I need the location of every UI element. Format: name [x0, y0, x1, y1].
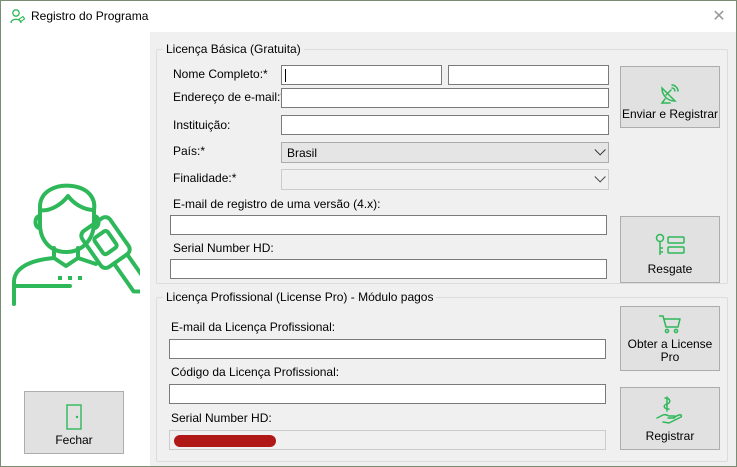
key-list-icon: [655, 233, 685, 255]
pro-serial-field: [169, 430, 606, 450]
legacy-email-field[interactable]: [170, 215, 607, 235]
serial-label: Serial Number HD:: [173, 241, 274, 255]
pro-email-label: E-mail da Licença Profissional:: [171, 320, 336, 334]
user-key-icon: [12, 183, 140, 306]
get-pro-label: Obter a License Pro: [627, 337, 713, 364]
serial-field[interactable]: [170, 259, 607, 279]
legacy-email-label: E-mail de registro de uma versão (4.x):: [173, 197, 381, 211]
send-register-button[interactable]: Enviar e Registrar: [620, 66, 720, 128]
get-pro-button[interactable]: Obter a License Pro: [620, 306, 720, 371]
title-bar: Registro do Programa ✕: [1, 1, 736, 32]
send-register-label: Enviar e Registrar: [621, 107, 719, 121]
redeem-label: Resgate: [647, 262, 693, 276]
country-label: País:*: [173, 144, 206, 158]
left-pane: Fechar: [1, 32, 150, 466]
hand-money-icon: [656, 396, 683, 424]
register-button[interactable]: Registrar: [620, 387, 720, 450]
window-title: Registro do Programa: [31, 9, 149, 23]
country-select[interactable]: Brasil: [281, 142, 609, 163]
register-label: Registrar: [645, 429, 695, 443]
full-name-label: Nome Completo:*: [173, 67, 268, 81]
app-user-icon: [10, 9, 25, 24]
first-name-field[interactable]: [281, 65, 442, 85]
chevron-down-icon: [594, 171, 606, 183]
basic-license-title: Licença Básica (Gratuita): [163, 42, 304, 56]
pro-serial-label: Serial Number HD:: [171, 411, 272, 425]
chevron-down-icon: [594, 144, 606, 156]
close-button[interactable]: Fechar: [24, 391, 124, 454]
purpose-select[interactable]: [281, 169, 609, 190]
country-value: Brasil: [287, 146, 318, 160]
purpose-label: Finalidade:*: [173, 171, 237, 185]
institution-label: Instituição:: [173, 118, 231, 132]
email-field[interactable]: [281, 88, 609, 108]
pro-license-title: Licença Profissional (License Pro) - Mód…: [163, 290, 437, 304]
institution-field[interactable]: [281, 115, 609, 135]
cart-icon: [659, 315, 681, 334]
redacted-serial: [174, 435, 276, 447]
close-button-label: Fechar: [55, 433, 93, 447]
pro-code-field[interactable]: [169, 384, 606, 404]
main-panel: Licença Básica (Gratuita) Nome Completo:…: [150, 32, 736, 466]
email-label: Endereço de e-mail:*: [173, 90, 286, 104]
close-icon[interactable]: ✕: [708, 5, 730, 27]
pro-code-label: Código da Licença Profissional:: [171, 365, 340, 379]
redeem-button[interactable]: Resgate: [620, 216, 720, 283]
last-name-field[interactable]: [448, 65, 609, 85]
door-icon: [66, 404, 82, 430]
pro-email-field[interactable]: [169, 339, 606, 359]
satellite-dish-icon: [660, 84, 679, 104]
registration-window: Registro do Programa ✕ Fechar Licença Bá…: [0, 0, 737, 467]
